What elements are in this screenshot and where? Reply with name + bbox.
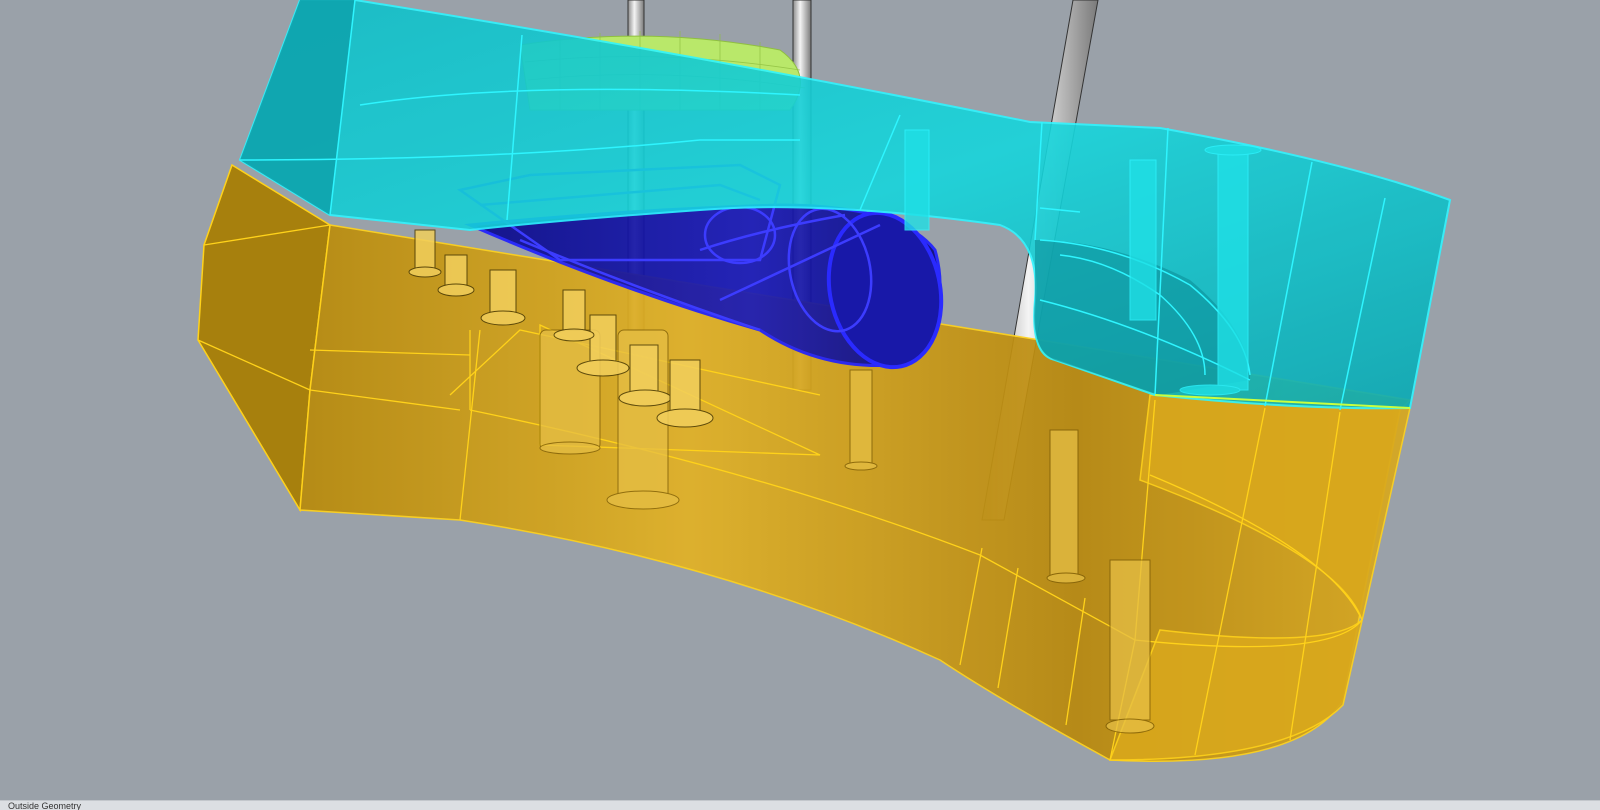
status-bar: Outside Geometry <box>0 800 1600 810</box>
status-text: Outside Geometry <box>8 801 82 810</box>
3d-viewport[interactable] <box>0 0 1600 800</box>
scene-canvas[interactable] <box>0 0 1600 800</box>
